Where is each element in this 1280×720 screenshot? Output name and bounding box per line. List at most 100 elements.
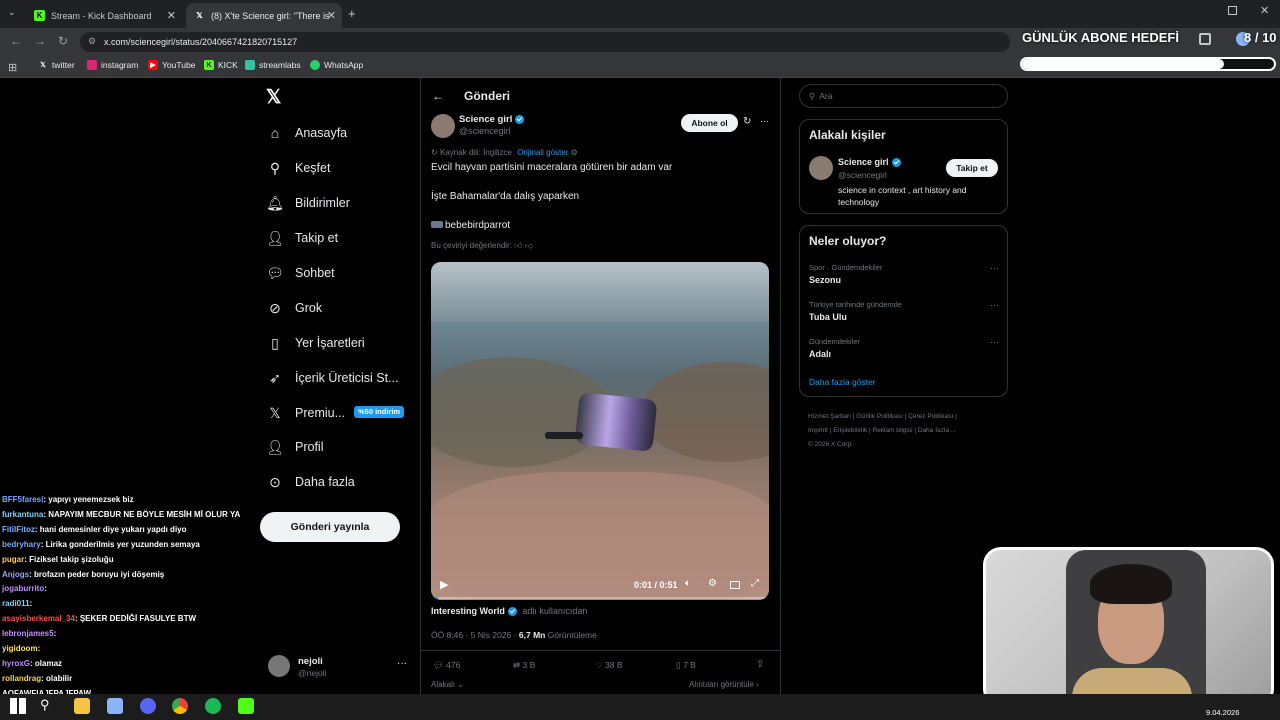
thumbs-up-icon[interactable]: 👍︎ [514, 241, 522, 250]
account-name[interactable]: nejoli [298, 656, 323, 667]
spotify-icon[interactable] [205, 698, 221, 714]
url-bar[interactable]: ⚙ x.com/sciencegirl/status/2040667421820… [80, 32, 1010, 52]
video-progress-fill [431, 597, 438, 599]
trend-item[interactable]: Türkiye tarihinde gündemde Tuba Ulu ··· [809, 300, 999, 322]
footer-link[interactable]: Imprint [808, 427, 828, 434]
follow-button[interactable]: Takip et [946, 159, 998, 177]
thumbs-down-icon[interactable]: 👎︎ [525, 241, 533, 250]
fullscreen-icon[interactable]: ⤢ [751, 578, 759, 589]
sidebar-item-profile[interactable]: 👤︎ Profil [266, 432, 323, 462]
footer-link[interactable]: Reklam bilgisi [872, 427, 912, 434]
sidebar-item-notifications[interactable]: 🔔︎ Bildirimler [266, 188, 350, 218]
back-arrow-icon[interactable]: ← [432, 89, 444, 103]
grok-refresh-icon[interactable]: ↻ [743, 116, 751, 127]
sidebar-item-premium[interactable]: 𝕏 Premiu... [266, 398, 345, 428]
new-tab-button[interactable]: + [348, 6, 356, 21]
instagram-icon [87, 60, 97, 70]
taskbar-date: 9.04.2026 [1206, 708, 1240, 717]
close-tab-icon[interactable]: ✕ [327, 9, 336, 22]
subscribe-button[interactable]: Abone ol [681, 114, 738, 132]
show-original-link[interactable]: Orijinali göster [517, 148, 568, 157]
author-name-row[interactable]: Science girl [459, 114, 525, 125]
tab-list-chevron-icon[interactable]: ⌄ [8, 7, 16, 18]
footer-link[interactable]: Daha fazla ... [918, 427, 956, 434]
sidebar-item-chat[interactable]: 💬︎ Sohbet [266, 258, 335, 288]
extensions-icon[interactable] [1199, 33, 1211, 45]
author-avatar[interactable] [431, 114, 455, 138]
repost-icon: ⇄ [513, 660, 521, 670]
search-input[interactable]: ⚲ Ara [799, 84, 1008, 108]
related-name[interactable]: Science girl [838, 157, 901, 168]
footer-link[interactable]: Hizmet Şartları [808, 413, 851, 420]
share-icon[interactable]: ⇪ [756, 659, 764, 670]
sidebar-item-home[interactable]: ⌂ Anasayfa [266, 118, 347, 148]
bookmark-youtube[interactable]: ▶ YouTube [148, 60, 195, 70]
bookmark-instagram[interactable]: instagram [87, 60, 138, 70]
view-quotes-link[interactable]: Alıntıları görüntüle › [689, 680, 759, 689]
reply-button[interactable]: 💬︎ 476 [433, 660, 460, 671]
pip-icon[interactable] [730, 581, 740, 589]
bookmark-streamlabs[interactable]: streamlabs [245, 60, 301, 70]
footer-links: Hizmet Şartları | Gizlilik Politikası | … [808, 413, 957, 448]
windows-start-icon[interactable] [10, 698, 26, 714]
verified-badge-icon [515, 114, 525, 124]
file-explorer-icon[interactable] [74, 698, 90, 714]
show-more-link[interactable]: Daha fazla göster [809, 377, 876, 387]
footer-link[interactable]: Erişilebilirlik [833, 427, 867, 434]
close-tab-icon[interactable]: ✕ [167, 9, 176, 22]
trend-more-icon[interactable]: ··· [990, 263, 999, 273]
sidebar-item-grok[interactable]: ⊘ Grok [266, 293, 322, 323]
trend-item[interactable]: Spor · Gündemdekiler Sezonu ··· [809, 263, 999, 285]
sidebar-item-more[interactable]: ⊙ Daha fazla [266, 467, 355, 497]
kick-icon: K [34, 10, 45, 21]
discord-icon[interactable] [140, 698, 156, 714]
video-settings-icon[interactable]: ⚙ [708, 578, 717, 589]
account-more-icon[interactable]: ··· [397, 658, 407, 669]
repost-button[interactable]: ⇄ 3 B [513, 660, 535, 671]
like-button[interactable]: ♡ 38 B [595, 660, 623, 671]
app-icon[interactable] [107, 698, 123, 714]
sidebar-item-creator-studio[interactable]: ➶ İçerik Üreticisi St... [266, 363, 398, 393]
apps-grid-icon[interactable]: ⊞ [8, 61, 17, 74]
related-avatar[interactable] [809, 156, 833, 180]
tab-kick-dashboard[interactable]: K Stream - Kick Dashboard ✕ [26, 3, 182, 28]
search-icon[interactable]: ⚲ [40, 697, 50, 713]
bookmark-button[interactable]: ▯ 7 B [676, 660, 696, 671]
video-player[interactable]: ▶ 0:01 / 0:51 🔈︎ ⚙ ⤢ [431, 262, 769, 600]
footer-link[interactable]: Gizlilik Politikası [856, 413, 903, 420]
footer-link[interactable]: Çerez Politikası [908, 413, 953, 420]
trend-more-icon[interactable]: ··· [990, 337, 999, 347]
play-icon[interactable]: ▶ [440, 578, 448, 591]
window-restore-icon[interactable] [1228, 6, 1237, 15]
chat-message: pugar: Fiziksel takip şizoluğu [2, 555, 114, 564]
sidebar-item-follow[interactable]: 👤︎ Takip et [266, 223, 338, 253]
credit-name[interactable]: Interesting World [431, 606, 505, 616]
youtube-icon: ▶ [148, 60, 158, 70]
trend-item[interactable]: Gündemdekiler Adalı ··· [809, 337, 999, 359]
kick-app-icon[interactable] [238, 698, 254, 714]
forward-icon[interactable]: → [34, 34, 46, 48]
reload-icon[interactable]: ↻ [58, 34, 68, 48]
account-avatar[interactable] [268, 655, 290, 677]
video-progress-track[interactable] [431, 597, 769, 599]
relevant-replies-dropdown[interactable]: Alakalı ⌄ [431, 680, 464, 689]
chrome-icon[interactable] [172, 698, 188, 714]
trend-more-icon[interactable]: ··· [990, 300, 999, 310]
post-button[interactable]: Gönderi yayınla [260, 512, 400, 542]
chat-text: : [29, 599, 33, 609]
tab-x-post[interactable]: 𝕏 (8) X'te Science girl: "There is a ✕ [186, 3, 342, 28]
close-window-icon[interactable]: ✕ [1260, 4, 1269, 17]
post-more-icon[interactable]: ··· [760, 116, 769, 126]
bookmark-twitter[interactable]: 𝕏twitter [38, 60, 75, 70]
sidebar-item-bookmarks[interactable]: ▯ Yer İşaretleri [266, 328, 365, 358]
x-logo-icon[interactable]: 𝕏 [266, 86, 281, 109]
bookmark-whatsapp[interactable]: WhatsApp [310, 60, 363, 70]
settings-icon[interactable]: ⚙ [571, 148, 578, 157]
trends-card: Neler oluyor? Spor · Gündemdekiler Sezon… [799, 225, 1008, 397]
browser-tab-bar: ⌄ K Stream - Kick Dashboard ✕ 𝕏 (8) X'te… [0, 0, 1280, 28]
site-info-icon[interactable]: ⚙ [88, 36, 96, 47]
sidebar-item-explore[interactable]: ⚲ Keşfet [266, 153, 331, 183]
mute-icon[interactable]: 🔈︎ [685, 578, 691, 589]
back-icon[interactable]: ← [10, 34, 22, 48]
bookmark-kick[interactable]: K KICK [204, 60, 238, 70]
